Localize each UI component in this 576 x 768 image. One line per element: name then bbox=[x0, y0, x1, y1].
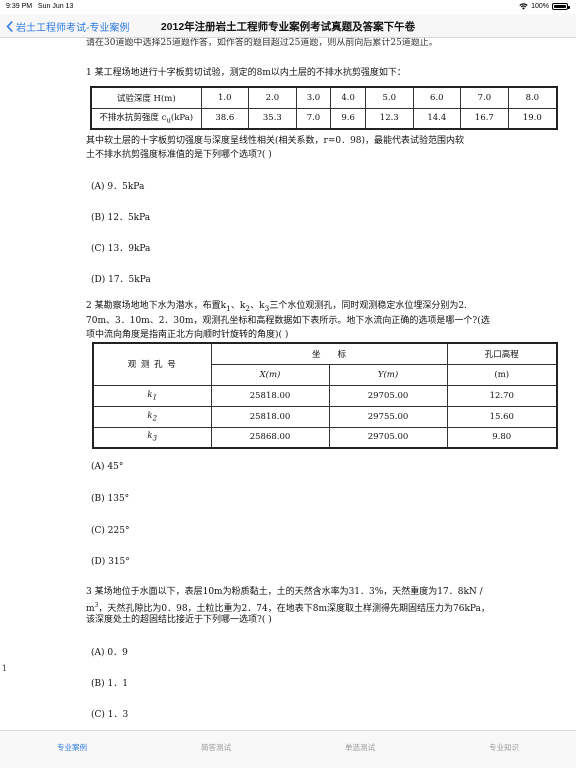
option-a[interactable]: (A) 0．9 bbox=[91, 645, 128, 658]
option-b[interactable]: (B) 12．5kPa bbox=[91, 210, 150, 223]
table-cell: 6.0 bbox=[412, 86, 462, 109]
table-cell: 7.0 bbox=[460, 86, 509, 109]
page-title: 2012年注册岩土工程师专业案例考试真题及答案下午卷 bbox=[160, 21, 416, 33]
table-cell: 2.0 bbox=[248, 86, 297, 109]
table-cell: 1.0 bbox=[200, 86, 250, 109]
question-2-text-2: 70m、3．10m、2．30m，观测孔坐标和高程数据如下表所示。地下水流向正确的… bbox=[86, 316, 490, 326]
table-header-cell: 观 测 孔 号 bbox=[92, 342, 212, 386]
table-cell: 29755.00 bbox=[328, 405, 448, 428]
option-a[interactable]: (A) 45° bbox=[91, 462, 123, 472]
table-cell: 25868.00 bbox=[210, 426, 330, 449]
option-d[interactable]: (D) 17．5kPa bbox=[91, 272, 151, 285]
table-cell: 3.0 bbox=[295, 86, 332, 109]
table-cell: 5.0 bbox=[364, 86, 414, 109]
navigation-bar: 岩土工程师考试-专业案例 2012年注册岩土工程师专业案例考试真题及答案下午卷 bbox=[0, 14, 576, 38]
question-1-text-3: 土不排水抗剪强度标准值的是下列哪个选项?( ) bbox=[86, 150, 272, 160]
table-header-cell: 坐 标 bbox=[210, 342, 448, 365]
table-cell: 15.60 bbox=[446, 405, 558, 428]
table-row: 观 测 孔 号 坐 标 孔口高程 bbox=[92, 342, 558, 386]
table-cell: 9.6 bbox=[330, 107, 366, 130]
instruction-text: 请在30道题中选择25道题作答，如作答的题目超过25道题，则从前向后累计25道题… bbox=[86, 38, 438, 48]
table-cell: 16.7 bbox=[460, 107, 509, 130]
table-row: k3 25868.00 29705.00 9.80 bbox=[92, 426, 558, 449]
page-marker: 1 bbox=[2, 664, 8, 673]
option-b[interactable]: (B) 135° bbox=[91, 494, 129, 504]
status-bar: 9:39 PM Sun Jun 13 100% bbox=[0, 0, 576, 14]
tab-professional-knowledge[interactable]: 专业知识 bbox=[432, 731, 576, 768]
question-1-table: 试验深度 H(m) 1.0 2.0 3.0 4.0 5.0 6.0 7.0 8.… bbox=[90, 86, 558, 130]
question-2-table: 观 测 孔 号 坐 标 孔口高程 X(m) Y(m) (m) k1 25818.… bbox=[92, 342, 558, 449]
table-header-cell: Y(m) bbox=[328, 363, 448, 386]
option-a[interactable]: (A) 9．5kPa bbox=[91, 179, 144, 192]
table-cell: 35.3 bbox=[248, 107, 297, 130]
option-c[interactable]: (C) 13．9kPa bbox=[91, 241, 150, 254]
tab-single-choice-test[interactable]: 单选测试 bbox=[288, 731, 432, 768]
table-cell: k3 bbox=[92, 426, 212, 449]
table-cell: 29705.00 bbox=[328, 426, 448, 449]
status-time: 9:39 PM bbox=[6, 3, 33, 10]
question-1-text-2: 其中软土层的十字板剪切强度与深度呈线性相关(相关系数，r=0．98)，最能代表试… bbox=[86, 136, 465, 146]
table-row: 试验深度 H(m) 1.0 2.0 3.0 4.0 5.0 6.0 7.0 8.… bbox=[90, 86, 558, 109]
table-cell: 4.0 bbox=[330, 86, 366, 109]
tab-short-answer-test[interactable]: 简答测试 bbox=[144, 731, 288, 768]
tab-professional-cases[interactable]: 专业案例 bbox=[0, 731, 144, 768]
question-2-text-3: 项中流向角度是指南正北方向顺时针旋转的角度)( ) bbox=[86, 330, 289, 340]
option-d[interactable]: (D) 315° bbox=[91, 557, 130, 567]
table-cell: 8.0 bbox=[507, 86, 558, 109]
table-header-cell: X(m) bbox=[210, 363, 330, 386]
table-cell: 38.6 bbox=[200, 107, 250, 130]
option-c[interactable]: (C) 1．3 bbox=[91, 707, 128, 720]
battery-percent: 100% bbox=[531, 3, 549, 10]
table-cell: 12.70 bbox=[446, 384, 558, 407]
option-c[interactable]: (C) 225° bbox=[91, 526, 129, 536]
table-cell: 12.3 bbox=[364, 107, 414, 130]
table-row: k2 25818.00 29755.00 15.60 bbox=[92, 405, 558, 428]
question-1-text: 1 某工程场地进行十字板剪切试验，测定的8m以内土层的不排水抗剪强度如下： bbox=[86, 68, 406, 78]
table-row: k1 25818.00 29705.00 12.70 bbox=[92, 384, 558, 407]
status-date: Sun Jun 13 bbox=[37, 3, 74, 10]
table-cell: k2 bbox=[92, 405, 212, 428]
option-b[interactable]: (B) 1．1 bbox=[91, 676, 128, 689]
table-cell: 7.0 bbox=[295, 107, 332, 130]
table-header-cell: 孔口高程 bbox=[446, 342, 558, 365]
table-header-cell: 试验深度 H(m) bbox=[90, 86, 202, 109]
wifi-icon bbox=[519, 3, 528, 10]
table-cell: 25818.00 bbox=[210, 405, 330, 428]
table-cell: k1 bbox=[92, 384, 212, 407]
table-cell: 19.0 bbox=[507, 107, 558, 130]
question-3-text-3: 该深度处土的超固结比接近于下列哪一选项?( ) bbox=[86, 615, 272, 625]
table-cell: 29705.00 bbox=[328, 384, 448, 407]
tab-bar: 专业案例 简答测试 单选测试 专业知识 bbox=[0, 730, 576, 768]
table-row: 不排水抗剪强度 cu(kPa) 38.6 35.3 7.0 9.6 12.3 1… bbox=[90, 107, 558, 130]
table-header-cell: 不排水抗剪强度 cu(kPa) bbox=[90, 107, 202, 130]
battery-icon bbox=[552, 3, 570, 10]
table-header-cell: (m) bbox=[446, 363, 558, 386]
table-cell: 9.80 bbox=[446, 426, 558, 449]
document-content[interactable]: 请在30道题中选择25道题作答，如作答的题目超过25道题，则从前向后累计25道题… bbox=[0, 38, 576, 730]
table-cell: 25818.00 bbox=[210, 384, 330, 407]
table-cell: 14.4 bbox=[412, 107, 462, 130]
question-3-text: 3 某场地位于水面以下，表层10m为粉质黏土，土的天然含水率为31．3%，天然重… bbox=[86, 587, 483, 597]
